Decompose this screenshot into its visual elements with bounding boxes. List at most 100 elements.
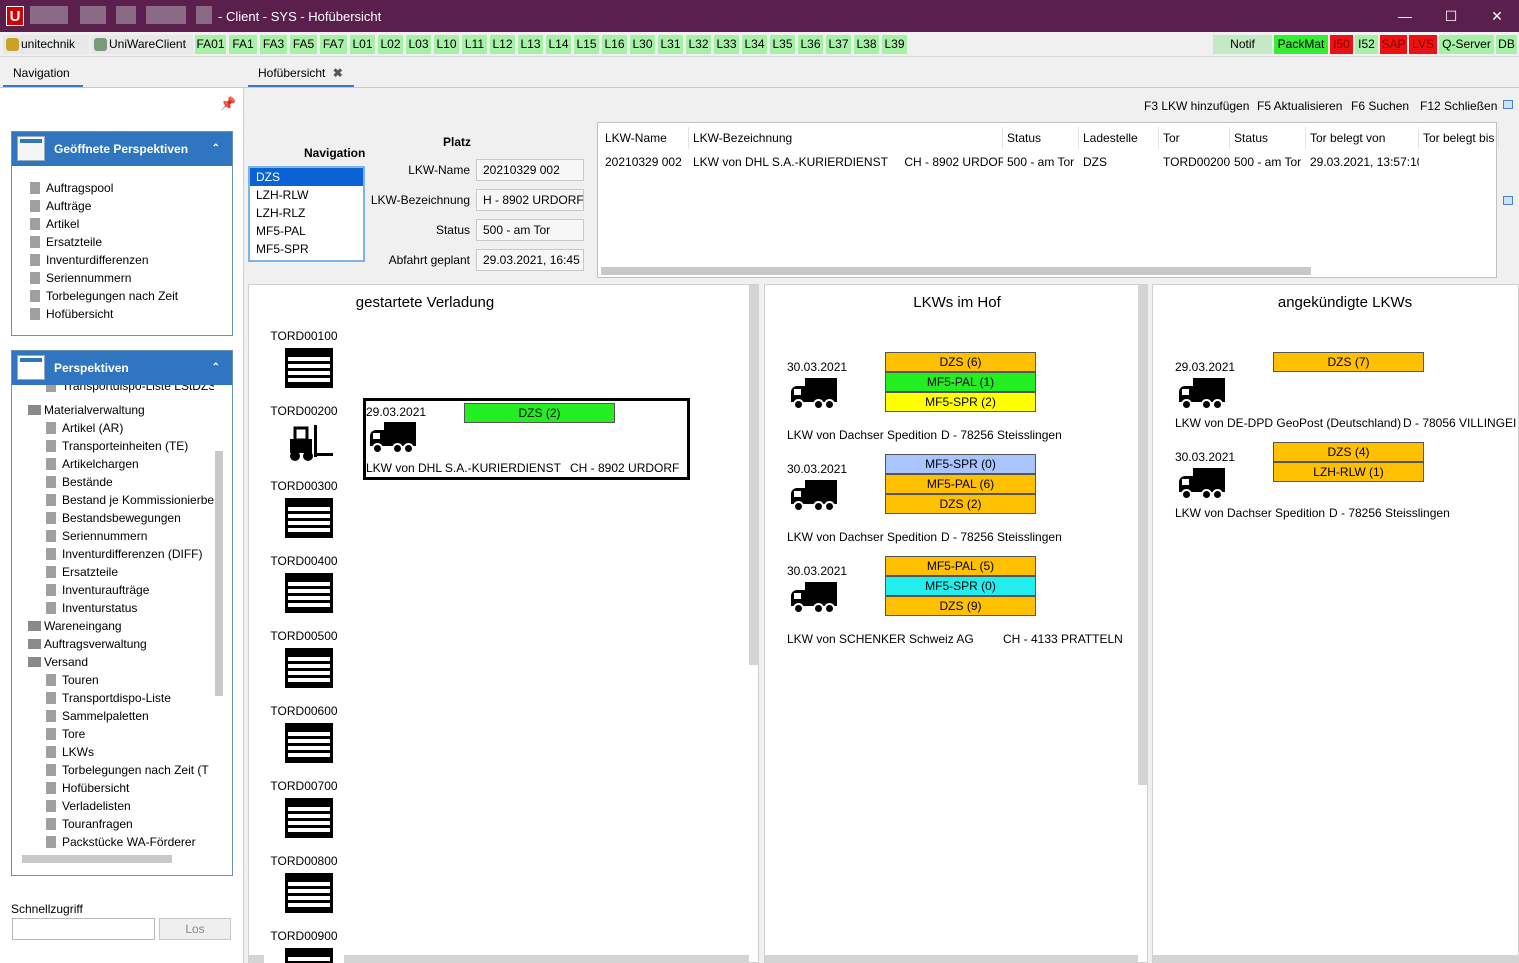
load-slot[interactable]: MF5-SPR (0) [885,454,1036,474]
toolbar-item-l13[interactable]: L13 [518,35,543,54]
toolbar-item-l33[interactable]: L33 [714,35,739,54]
open-perspective-item[interactable]: Seriennummern [28,269,131,287]
perspective-item[interactable]: LKWs [44,743,94,761]
expand-icon[interactable] [1503,196,1513,205]
grid-column-header[interactable]: Ladestelle [1079,127,1159,149]
perspective-item[interactable]: Packstücke WA-Förderer [44,833,196,851]
perspective-item[interactable]: Tore [44,725,85,743]
load-slot[interactable]: MF5-PAL (5) [885,556,1036,576]
grid-column-header[interactable]: Tor belegt von [1306,127,1419,149]
load-slot[interactable]: MF5-SPR (2) [885,392,1036,412]
toolbar-item-uniwareclient[interactable]: UniWareClient [91,35,193,54]
close-button[interactable]: F12 Schließen [1420,99,1497,113]
load-slot[interactable]: DZS (2) [885,494,1036,514]
perspective-item[interactable]: Touren [44,671,99,689]
announced-hscroll[interactable] [1153,955,1519,963]
grid-cell[interactable]: TORD00200 [1159,153,1230,171]
close-tab-icon[interactable]: ✖ [333,66,343,80]
door-tile[interactable]: TORD00800 [264,849,344,919]
open-perspective-item[interactable]: Artikel [28,215,79,233]
toolbar-item-l31[interactable]: L31 [658,35,683,54]
load-slot[interactable]: MF5-SPR (0) [885,576,1036,596]
grid-cell[interactable]: 29.03.2021, 13:57:10 [1306,153,1419,171]
perspective-item[interactable]: Sammelpaletten [44,707,149,725]
toolbar-item-l02[interactable]: L02 [378,35,403,54]
grid-column-header[interactable]: Tor [1159,127,1230,149]
toolbar-item-l32[interactable]: L32 [686,35,711,54]
grid-column-header[interactable]: Status [1230,127,1306,149]
yard-hscroll[interactable] [765,955,1138,963]
load-slot[interactable]: DZS (4) [1273,442,1424,462]
perspectives-hscroll[interactable] [22,855,172,863]
perspectives-header[interactable]: Perspektiven ⌃ [12,351,232,385]
toolbar-item-fa5[interactable]: FA5 [290,35,317,54]
grid-column-header[interactable]: Status [1003,127,1079,149]
close-window-icon[interactable]: ✕ [1474,0,1519,32]
perspective-item[interactable]: Transportdispo-Liste [44,689,171,707]
door-tile[interactable]: TORD00100 [264,324,344,394]
perspective-item[interactable]: Ersatzteile [44,563,118,581]
tab-navigation[interactable]: Navigation [3,60,83,87]
open-perspective-item[interactable]: Aufträge [28,197,91,215]
perspective-item[interactable]: Verladelisten [44,797,131,815]
tab-hofuebersicht[interactable]: Hofübersicht ✖ [248,60,354,87]
loading-point-list[interactable]: DZS LZH-RLW LZH-RLZ MF5-PAL MF5-SPR [248,166,365,262]
grid-cell[interactable]: 500 - am Tor [1230,153,1306,171]
toolbar-item-l37[interactable]: L37 [826,35,851,54]
perspective-folder[interactable]: Auftragsverwaltung [26,635,147,653]
perspective-item[interactable]: Hofübersicht [44,779,129,797]
toolbar-item-l14[interactable]: L14 [546,35,571,54]
grid-cell[interactable]: DZS [1079,153,1159,171]
toolbar-item-l39[interactable]: L39 [882,35,907,54]
grid-column-header[interactable]: LKW-Bezeichnung [689,127,1003,149]
toolbar-item-l11[interactable]: L11 [462,35,487,54]
toolbar-item-fa3[interactable]: FA3 [260,35,287,54]
grid-cell[interactable] [1419,153,1499,171]
grid-hscroll[interactable] [601,267,1311,275]
toolbar-item-l38[interactable]: L38 [854,35,879,54]
open-perspective-item[interactable]: Inventurdifferenzen [28,251,149,269]
grid-cell[interactable]: 500 - am Tor [1003,153,1079,171]
perspective-item[interactable]: Bestandsbewegungen [44,509,181,527]
toolbar-item-l30[interactable]: L30 [630,35,655,54]
load-slot[interactable]: DZS (7) [1273,352,1424,372]
collapse-up-icon[interactable]: ⌃ [212,132,220,166]
toolbar-item-l16[interactable]: L16 [602,35,627,54]
search-button[interactable]: F6 Suchen [1351,99,1409,113]
open-perspective-item[interactable]: Ersatzteile [28,233,102,251]
toolbar-item-l01[interactable]: L01 [350,35,375,54]
open-perspective-item[interactable]: Auftragspool [28,179,113,197]
load-slot[interactable]: DZS (2) [464,403,615,423]
quick-access-button[interactable]: Los [159,918,231,940]
status-db[interactable]: DB [1496,35,1517,54]
minimize-icon[interactable]: — [1382,0,1428,32]
pin-icon[interactable]: 📌 [220,96,236,112]
door-tile[interactable]: TORD00700 [264,774,344,844]
perspective-item[interactable]: Inventurdifferenzen (DIFF) [44,545,203,563]
toolbar-item-fa7[interactable]: FA7 [320,35,347,54]
perspective-folder[interactable]: Wareneingang [26,617,122,635]
open-perspective-item[interactable]: Hofübersicht [28,305,113,323]
door-tile[interactable]: TORD00600 [264,699,344,769]
perspective-item[interactable]: Bestände [44,473,113,491]
collapse-up-icon[interactable]: ⌃ [212,351,220,385]
grid-cell[interactable]: 20210329 002 [601,153,689,171]
toolbar-item-l15[interactable]: L15 [574,35,599,54]
grid-column-header[interactable]: LKW-Name [601,127,689,149]
perspective-item[interactable]: Bestand je Kommissionierbe [44,491,214,509]
refresh-button[interactable]: F5 Aktualisieren [1257,99,1342,113]
status-i52[interactable]: I52 [1355,35,1378,54]
load-slot[interactable]: DZS (6) [885,352,1036,372]
load-slot[interactable]: MF5-PAL (6) [885,474,1036,494]
door-tile[interactable]: TORD00900 [264,924,344,963]
open-perspectives-header[interactable]: Geöffnete Perspektiven ⌃ [12,132,232,166]
perspective-item[interactable]: Seriennummern [44,527,147,545]
perspective-item[interactable]: Touranfragen [44,815,133,833]
door-tile[interactable]: TORD00400 [264,549,344,619]
toolbar-item-l35[interactable]: L35 [770,35,795,54]
yard-vscroll[interactable] [1138,285,1148,785]
toolbar-item-l34[interactable]: L34 [742,35,767,54]
perspective-item[interactable]: Artikel (AR) [44,419,123,437]
add-truck-button[interactable]: F3 LKW hinzufügen [1144,99,1249,113]
expand-icon[interactable] [1503,100,1513,109]
